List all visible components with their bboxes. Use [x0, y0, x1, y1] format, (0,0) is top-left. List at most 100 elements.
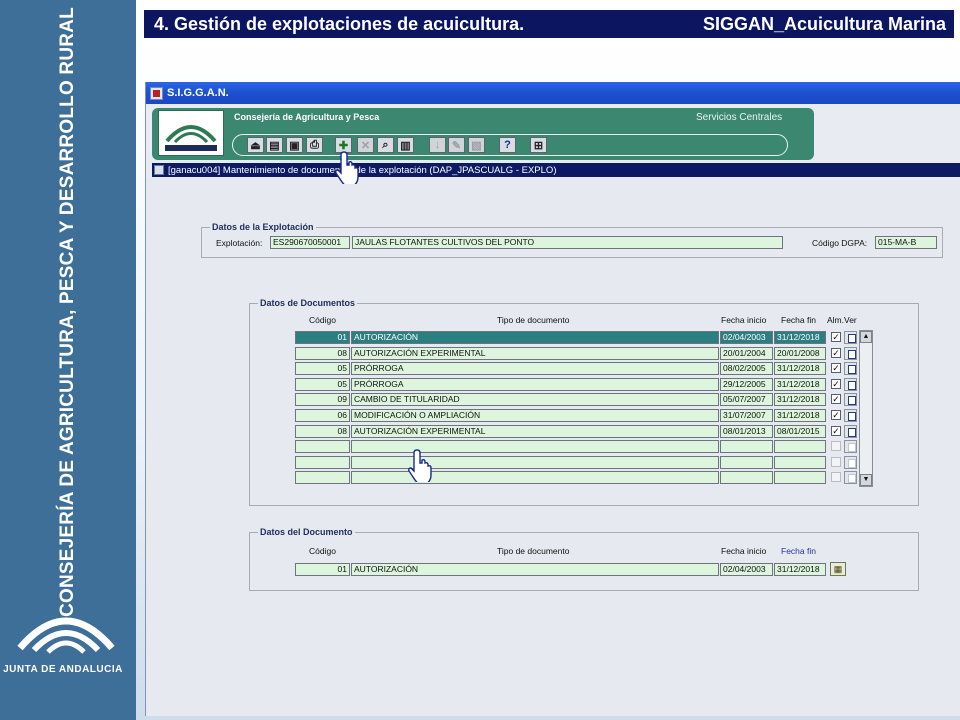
row-tipo-cell[interactable]: AUTORIZACIÓN EXPERIMENTAL	[351, 347, 719, 360]
row-fecha-fin-cell[interactable]: 31/12/2018	[774, 393, 826, 406]
col-codigo: Código	[309, 315, 336, 325]
junta-logo-icon	[17, 617, 115, 654]
row-codigo-cell[interactable]: 06	[295, 409, 350, 422]
row-fecha-inicio-cell[interactable]: 08/02/2005	[720, 362, 773, 375]
row-fecha-inicio-cell[interactable]: 02/04/2003	[720, 331, 773, 344]
slide-title: 4. Gestión de explotaciones de acuicultu…	[154, 13, 525, 34]
detail-col-tipo: Tipo de documento	[497, 546, 570, 556]
row-fecha-fin-cell[interactable]: 08/01/2015	[774, 425, 826, 438]
explotacion-code-field[interactable]: ES290670050001	[270, 236, 350, 249]
row-fecha-fin-cell[interactable]: 31/12/2018	[774, 409, 826, 422]
view-document-icon[interactable]	[844, 425, 857, 438]
open-folder-icon[interactable]: ▤	[266, 137, 283, 153]
alm-checkbox[interactable]: ✓	[831, 426, 841, 436]
view-document-icon[interactable]	[844, 393, 857, 406]
view-document-icon[interactable]	[844, 456, 857, 469]
documentos-legend: Datos de Documentos	[260, 298, 356, 308]
view-document-icon[interactable]	[844, 331, 857, 344]
row-fecha-fin-cell[interactable]	[774, 456, 826, 469]
view-document-icon[interactable]	[844, 378, 857, 391]
alm-checkbox[interactable]: ✓	[831, 410, 841, 420]
row-codigo-cell[interactable]: 08	[295, 347, 350, 360]
row-fecha-fin-cell[interactable]	[774, 471, 826, 484]
row-fecha-inicio-cell[interactable]	[720, 471, 773, 484]
tree-icon[interactable]: ⊞	[530, 137, 547, 153]
view-document-icon[interactable]	[844, 409, 857, 422]
alm-checkbox[interactable]	[831, 441, 841, 451]
detail-codigo-field[interactable]: 01	[295, 563, 350, 576]
detail-fecha-fin-field[interactable]: 31/12/2018	[774, 563, 826, 576]
header-right-text: Servicios Centrales	[696, 112, 783, 123]
explotacion-legend: Datos de la Explotación	[212, 222, 314, 232]
explotacion-name-field[interactable]: JAULAS FLOTANTES CULTIVOS DEL PONTO	[352, 236, 783, 249]
alm-checkbox[interactable]	[831, 472, 841, 482]
row-codigo-cell[interactable]: 01	[295, 331, 350, 344]
row-fecha-fin-cell[interactable]: 31/12/2018	[774, 331, 826, 344]
view-document-icon[interactable]	[844, 471, 857, 484]
save-icon[interactable]: ▣	[286, 137, 303, 153]
row-codigo-cell[interactable]: 09	[295, 393, 350, 406]
detail-col-codigo: Código	[309, 546, 336, 556]
alm-checkbox[interactable]	[831, 457, 841, 467]
alm-checkbox[interactable]: ✓	[831, 348, 841, 358]
detail-col-fecha-fin: Fecha fin	[781, 546, 816, 556]
scroll-up-arrow-icon[interactable]: ▲	[860, 331, 872, 343]
row-tipo-cell[interactable]: CAMBIO DE TITULARIDAD	[351, 393, 719, 406]
row-fecha-inicio-cell[interactable]	[720, 440, 773, 453]
documents-scrollbar[interactable]: ▲ ▼	[859, 330, 873, 487]
row-tipo-cell[interactable]: AUTORIZACIÓN	[351, 331, 719, 344]
scroll-down-arrow-icon[interactable]: ▼	[860, 474, 872, 486]
edit-icon[interactable]: ✎	[448, 137, 465, 153]
row-fecha-fin-cell[interactable]	[774, 440, 826, 453]
row-fecha-fin-cell[interactable]: 31/12/2018	[774, 362, 826, 375]
row-codigo-cell[interactable]: 05	[295, 362, 350, 375]
row-fecha-inicio-cell[interactable]: 08/01/2013	[720, 425, 773, 438]
exit-icon[interactable]: ⏏	[247, 137, 264, 153]
row-fecha-inicio-cell[interactable]: 29/12/2005	[720, 378, 773, 391]
row-codigo-cell[interactable]	[295, 471, 350, 484]
row-codigo-cell[interactable]: 08	[295, 425, 350, 438]
row-fecha-inicio-cell[interactable]: 31/07/2007	[720, 409, 773, 422]
view-document-icon[interactable]	[844, 362, 857, 375]
detail-tipo-field[interactable]: AUTORIZACIÓN	[351, 563, 719, 576]
app-title: S.I.G.G.A.N.	[167, 87, 229, 99]
down-icon[interactable]: ↓	[429, 137, 446, 153]
dgpa-field[interactable]: 015-MA-B	[875, 236, 937, 249]
col-tipo: Tipo de documento	[497, 315, 570, 325]
side-logo-text: JUNTA DE ANDALUCIA	[3, 664, 123, 675]
dgpa-label: Código DGPA:	[812, 238, 868, 248]
slide-title-bar: 4. Gestión de explotaciones de acuicultu…	[144, 10, 954, 38]
row-codigo-cell[interactable]	[295, 456, 350, 469]
header-logo	[158, 110, 224, 156]
row-fecha-inicio-cell[interactable]: 20/01/2004	[720, 347, 773, 360]
row-codigo-cell[interactable]: 05	[295, 378, 350, 391]
documento-group: Datos del Documento	[249, 527, 919, 591]
row-fecha-fin-cell[interactable]: 31/12/2018	[774, 378, 826, 391]
form-title-bar: [ganacu004] Mantenimiento de documentos …	[152, 163, 960, 177]
side-vertical-text: CONSEJERÍA DE AGRICULTURA, PESCA Y DESAR…	[57, 7, 78, 617]
row-fecha-inicio-cell[interactable]	[720, 456, 773, 469]
app-icon	[150, 86, 163, 100]
preview-icon[interactable]: ▥	[397, 137, 414, 153]
alm-checkbox[interactable]: ✓	[831, 394, 841, 404]
row-tipo-cell[interactable]: MODIFICACIÓN O AMPLIACIÓN	[351, 409, 719, 422]
alm-checkbox[interactable]: ✓	[831, 332, 841, 342]
row-tipo-cell[interactable]: PRÓRROGA	[351, 378, 719, 391]
row-codigo-cell[interactable]	[295, 440, 350, 453]
view-document-icon[interactable]	[844, 347, 857, 360]
calendar-icon[interactable]: ▦	[830, 562, 846, 576]
row-tipo-cell[interactable]: PRÓRROGA	[351, 362, 719, 375]
clear-icon[interactable]: ▧	[468, 137, 485, 153]
print-icon[interactable]: ⎙	[306, 137, 323, 153]
detail-fecha-inicio-field[interactable]: 02/04/2003	[720, 563, 773, 576]
find-icon[interactable]: ⌕	[377, 137, 394, 153]
help-icon[interactable]: ?	[499, 137, 516, 153]
row-fecha-inicio-cell[interactable]: 05/07/2007	[720, 393, 773, 406]
slide-subtitle: SIGGAN_Acuicultura Marina	[702, 13, 946, 34]
alm-checkbox[interactable]: ✓	[831, 379, 841, 389]
header-logo-icon	[165, 125, 217, 151]
view-document-icon[interactable]	[844, 440, 857, 453]
row-tipo-cell[interactable]: AUTORIZACIÓN EXPERIMENTAL	[351, 425, 719, 438]
row-fecha-fin-cell[interactable]: 20/01/2008	[774, 347, 826, 360]
alm-checkbox[interactable]: ✓	[831, 363, 841, 373]
